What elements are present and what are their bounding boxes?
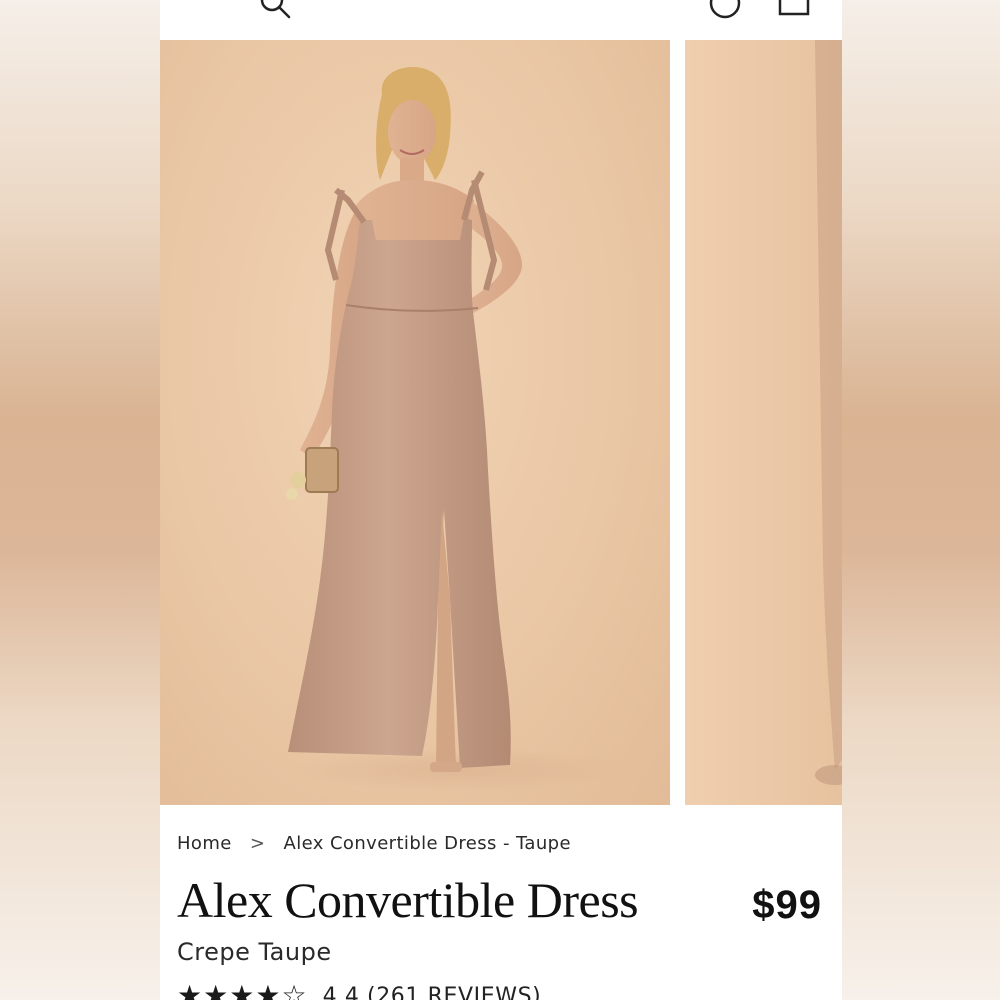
product-price: $99	[752, 883, 822, 927]
breadcrumb-current: Alex Convertible Dress - Taupe	[283, 833, 571, 854]
search-icon[interactable]	[258, 0, 294, 22]
bag-icon[interactable]	[776, 0, 812, 22]
model-photo	[286, 67, 630, 792]
star-icon: ★	[229, 979, 256, 1000]
product-info: Home > Alex Convertible Dress - Taupe Al…	[160, 805, 842, 1000]
top-navigation-bar	[160, 0, 842, 40]
rating-summary[interactable]: ★★★★☆ 4.4 (261 REVIEWS)	[177, 981, 541, 1000]
product-title: Alex Convertible Dress	[177, 872, 639, 928]
product-image-gallery[interactable]	[160, 40, 842, 805]
product-image-main[interactable]	[160, 40, 670, 805]
breadcrumb-separator: >	[249, 833, 266, 854]
product-page: Home > Alex Convertible Dress - Taupe Al…	[160, 0, 842, 1000]
breadcrumb: Home > Alex Convertible Dress - Taupe	[177, 833, 571, 854]
star-half-icon: ☆	[281, 979, 308, 1000]
star-icon: ★	[177, 979, 204, 1000]
breadcrumb-home-link[interactable]: Home	[177, 833, 232, 854]
star-icon: ★	[255, 979, 282, 1000]
star-rating: ★★★★☆	[177, 981, 308, 1000]
product-variant: Crepe Taupe	[177, 938, 332, 966]
account-icon[interactable]	[708, 0, 742, 20]
reviews-link[interactable]: 4.4 (261 REVIEWS)	[323, 981, 542, 1000]
product-image-next[interactable]	[685, 40, 842, 805]
next-photo-partial	[815, 40, 842, 785]
star-icon: ★	[203, 979, 230, 1000]
